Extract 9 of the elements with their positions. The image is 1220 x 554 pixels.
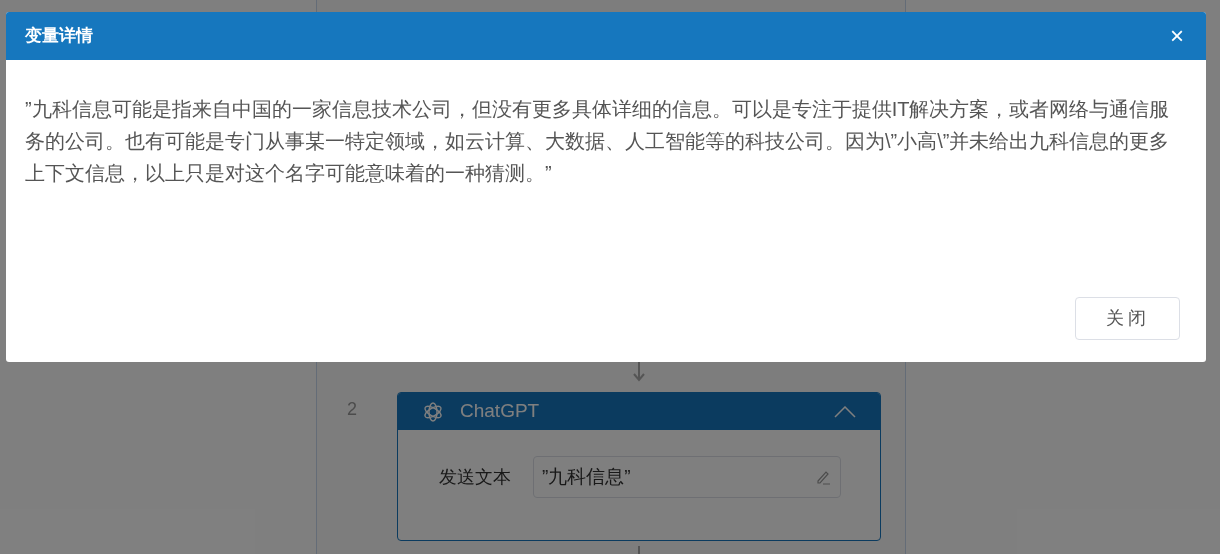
arrow-icon xyxy=(632,362,646,382)
field-label: 发送文本 xyxy=(439,465,511,489)
close-button[interactable]: × xyxy=(1170,24,1184,48)
close-button[interactable]: 关闭 xyxy=(1075,297,1180,340)
dialog-title: 变量详情 xyxy=(25,25,93,48)
message-text: ”九科信息可能是指来自中国的一家信息技术公司，但没有更多具体详细的信息。可以是专注于提供IT解决方案，或者网络与通信服务的公司。也有可能是专门从事某一特定领域，如云计算、大数据、人工智能等的科技公司。因为\”小高\”并未给出九科信息的更多上下文信息，以上只是对这个名字可能意味着的一种猜测。” xyxy=(24,97,1171,186)
chevron-icon[interactable] xyxy=(834,405,856,418)
card-title: ChatGPT xyxy=(460,399,541,424)
input-field[interactable]: ”九科信息” xyxy=(533,456,841,498)
